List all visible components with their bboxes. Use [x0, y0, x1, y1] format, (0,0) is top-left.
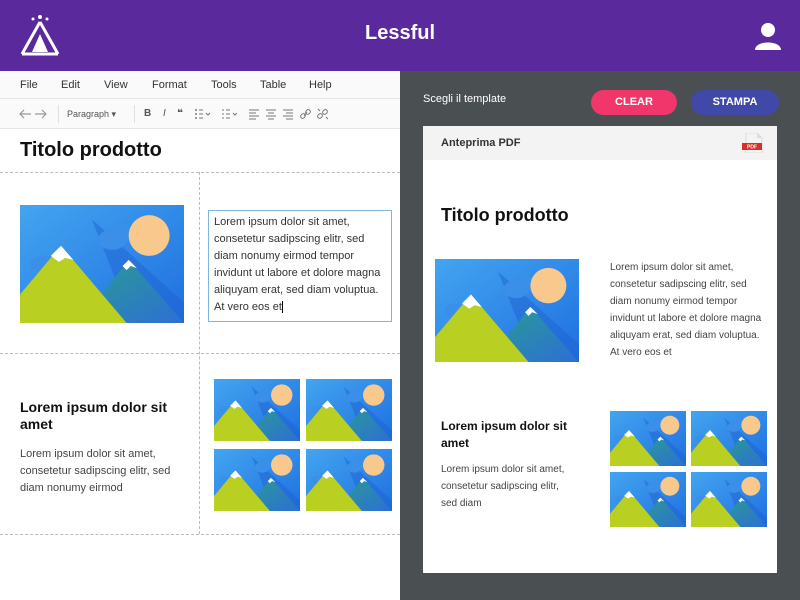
choose-template-label[interactable]: Scegli il template — [423, 93, 506, 105]
preview-section-text: Lorem ipsum dolor sit amet, consetetur s… — [441, 464, 565, 509]
document-title[interactable]: Titolo prodotto — [20, 139, 162, 162]
bold-icon[interactable]: B — [144, 108, 151, 120]
toolbar-divider — [58, 105, 59, 123]
menu-tools[interactable]: Tools — [211, 79, 237, 91]
preview-gallery-image — [691, 411, 767, 466]
preview-gallery-image — [610, 472, 686, 527]
menu-edit[interactable]: Edit — [61, 79, 80, 91]
align-left-icon[interactable] — [249, 108, 259, 120]
link-icon[interactable] — [300, 108, 311, 120]
chevron-down-icon: ▾ — [111, 109, 117, 119]
intro-text-editor[interactable]: Lorem ipsum dolor sit amet, consetetur s… — [208, 210, 392, 322]
preview-title: Titolo prodotto — [441, 205, 569, 225]
numbered-list-icon[interactable] — [221, 108, 237, 120]
preview-product-image — [435, 259, 579, 362]
redo-icon[interactable] — [34, 108, 48, 120]
intro-text: Lorem ipsum dolor sit amet, consetetur s… — [214, 216, 381, 313]
pdf-preview-card: Anteprima PDF PDF Titolo prodotto Lorem … — [423, 126, 777, 573]
block-format-label: Paragraph — [67, 109, 110, 119]
print-button[interactable]: STAMPA — [691, 90, 779, 115]
pdf-preview-label: Anteprima PDF — [441, 137, 521, 149]
app-header: Lessful — [0, 0, 800, 71]
menu-table[interactable]: Table — [260, 79, 286, 91]
preview-panel: Scegli il template CLEAR STAMPA Anteprim… — [400, 71, 800, 600]
preview-section-heading: Lorem ipsum dolor sit amet — [441, 419, 568, 450]
gallery-image[interactable] — [306, 379, 392, 441]
app-title: Lessful — [364, 22, 436, 44]
gallery-image[interactable] — [214, 449, 300, 511]
editor-panel: File Edit View Format Tools Table Help P… — [0, 71, 400, 600]
preview-intro-text: Lorem ipsum dolor sit amet, consetetur s… — [610, 262, 762, 358]
row-divider — [0, 353, 400, 354]
toolbar-divider — [134, 105, 135, 123]
menu-file[interactable]: File — [20, 79, 38, 91]
pdf-file-icon[interactable]: PDF — [742, 133, 764, 153]
formatting-toolbar: Paragraph ▾ B I ❝ — [0, 99, 400, 129]
column-divider — [199, 172, 200, 534]
align-center-icon[interactable] — [266, 108, 276, 120]
preview-gallery-image — [691, 472, 767, 527]
pdf-preview-header: Anteprima PDF — [423, 126, 777, 160]
align-right-icon[interactable] — [283, 108, 293, 120]
row-divider — [0, 172, 400, 173]
undo-icon[interactable] — [18, 108, 32, 120]
user-icon[interactable] — [752, 20, 784, 52]
row-divider — [0, 534, 400, 535]
section-text[interactable]: Lorem ipsum dolor sit amet, consetetur s… — [20, 446, 185, 497]
clear-button[interactable]: CLEAR — [591, 90, 677, 115]
block-format-select[interactable]: Paragraph ▾ — [67, 109, 116, 120]
text-caret — [281, 301, 283, 314]
unlink-icon[interactable] — [317, 108, 328, 120]
preview-gallery-image — [610, 411, 686, 466]
quote-icon[interactable]: ❝ — [177, 108, 183, 120]
section-heading[interactable]: Lorem ipsum dolor sit amet — [20, 399, 185, 433]
menu-bar: File Edit View Format Tools Table Help — [0, 71, 400, 99]
menu-format[interactable]: Format — [152, 79, 187, 91]
menu-view[interactable]: View — [104, 79, 128, 91]
svg-text:PDF: PDF — [747, 145, 757, 151]
gallery-image[interactable] — [306, 449, 392, 511]
menu-help[interactable]: Help — [309, 79, 332, 91]
gallery-image[interactable] — [214, 379, 300, 441]
product-image[interactable] — [20, 205, 184, 323]
bullet-list-icon[interactable] — [194, 108, 210, 120]
italic-icon[interactable]: I — [163, 108, 166, 120]
